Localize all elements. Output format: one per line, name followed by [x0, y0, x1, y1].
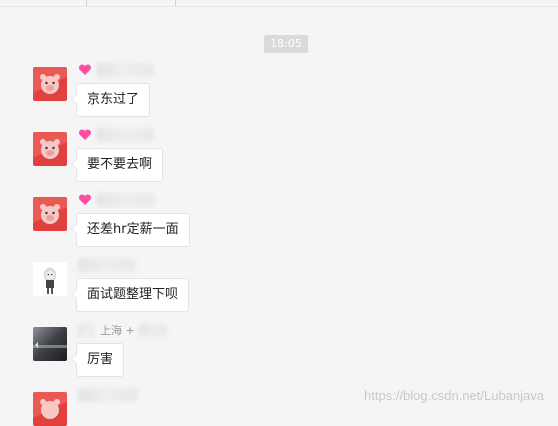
- message-timestamp: 18:05: [264, 35, 308, 53]
- message-bubble[interactable]: 面试题整理下呗: [70, 278, 190, 312]
- pig-avatar[interactable]: [33, 132, 67, 166]
- pig-avatar[interactable]: [33, 392, 67, 426]
- previous-message-fragment: [86, 0, 176, 6]
- watermark: https://blog.csdn.net/Lubanjava: [364, 388, 544, 403]
- sender-location: 上海 +: [100, 324, 135, 337]
- message-bubble[interactable]: 京东过了: [70, 83, 151, 117]
- blurred-name: [96, 193, 154, 207]
- blurred-name: [138, 323, 167, 337]
- blurred-name: [78, 323, 94, 337]
- heart-icon: [78, 194, 92, 205]
- sender-name: 上海 +: [78, 321, 167, 339]
- dark-avatar[interactable]: [33, 327, 67, 361]
- sender-name: [78, 256, 136, 274]
- heart-icon: [78, 64, 92, 75]
- heart-icon: [78, 129, 92, 140]
- message-bubble[interactable]: 要不要去啊: [70, 148, 164, 182]
- sender-name: [78, 191, 154, 209]
- divider: [0, 6, 558, 7]
- blurred-name: [96, 63, 154, 77]
- anime-avatar[interactable]: [33, 262, 67, 296]
- sender-name: [78, 61, 154, 79]
- blurred-name: [78, 388, 138, 402]
- message-bubble[interactable]: 还差hr定薪一面: [71, 213, 190, 247]
- message-bubble[interactable]: 厉害: [70, 343, 125, 377]
- sender-name: [78, 386, 138, 404]
- sender-name: [78, 126, 154, 144]
- blurred-name: [78, 258, 136, 272]
- blurred-name: [96, 128, 154, 142]
- pig-avatar[interactable]: [33, 67, 67, 101]
- pig-avatar[interactable]: [33, 197, 67, 231]
